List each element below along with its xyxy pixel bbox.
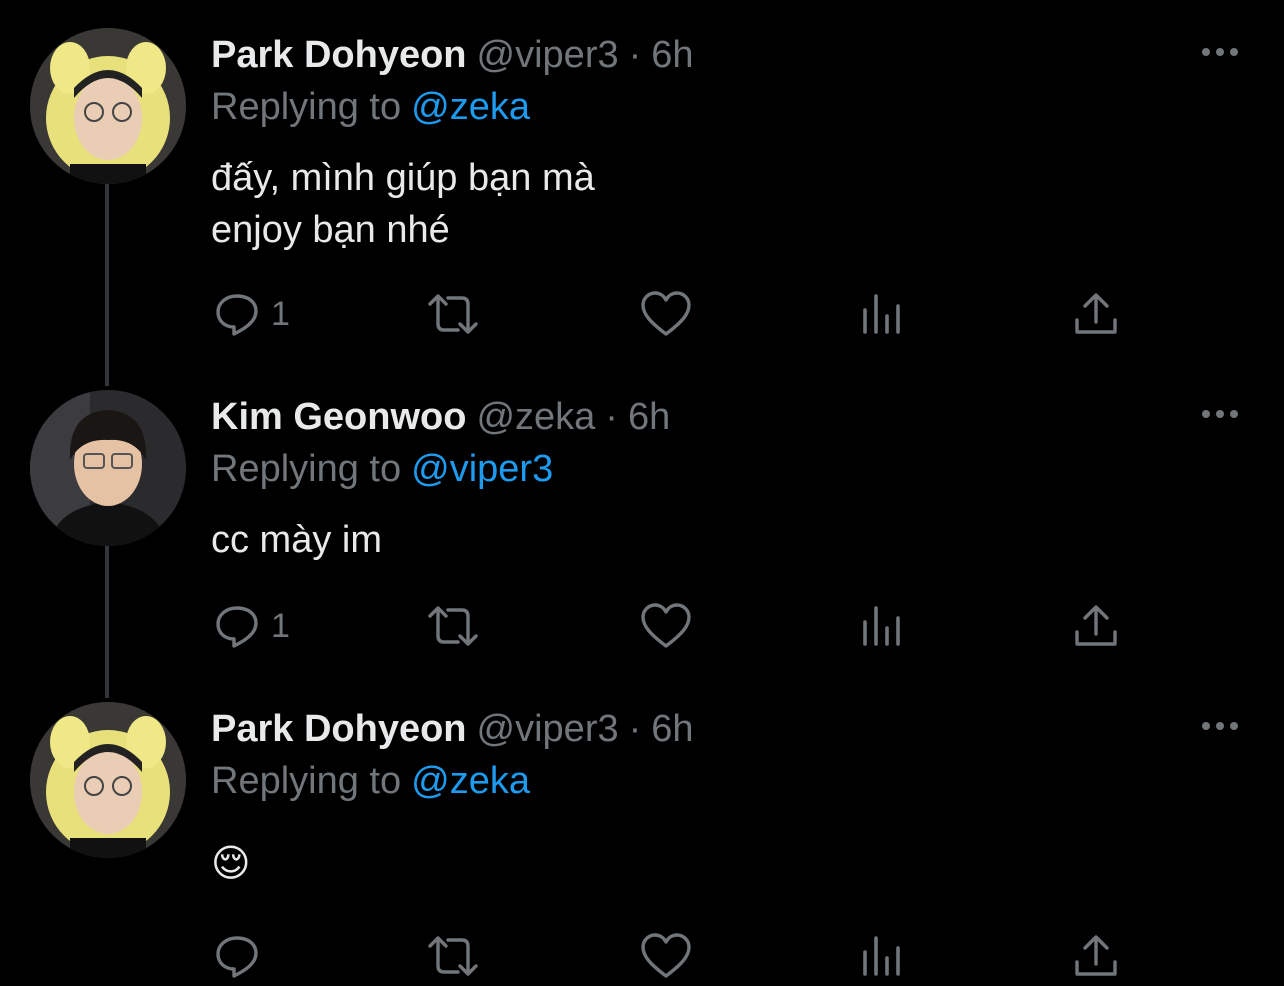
tweet-actions: 1 [0, 602, 1284, 652]
tweet-text: đấy, mình giúp bạn mà enjoy bạn nhé [211, 152, 595, 256]
retweet-button[interactable] [426, 602, 480, 650]
replying-to: Replying to @viper3 [211, 448, 553, 491]
display-name[interactable]: Park Dohyeon [211, 708, 467, 750]
avatar[interactable] [30, 28, 186, 184]
retweet-icon [426, 602, 480, 650]
replying-to: Replying to @zeka [211, 86, 530, 129]
replying-to-label: Replying to [211, 86, 402, 128]
tweet-actions [0, 932, 1284, 982]
handle[interactable]: @viper3 [477, 34, 619, 76]
tweet-text-line: cc mày im [211, 519, 382, 561]
display-name[interactable]: Park Dohyeon [211, 34, 467, 76]
share-icon [1072, 932, 1120, 980]
heart-icon [640, 290, 692, 338]
more-options-icon[interactable] [1200, 42, 1240, 62]
meta-separator: · [605, 396, 618, 438]
avatar[interactable] [30, 702, 186, 858]
timestamp[interactable]: 6h [651, 708, 693, 750]
heart-icon [640, 602, 692, 650]
tweet-header: Park Dohyeon @viper3 · 6h [211, 34, 694, 84]
avatar-yellow-hood-icon [30, 702, 186, 858]
retweet-icon [426, 290, 480, 338]
meta-separator: · [628, 34, 642, 76]
analytics-button[interactable] [860, 602, 904, 650]
avatar-yellow-hood-icon [30, 28, 186, 184]
mention-link[interactable]: @zeka [411, 86, 530, 128]
reply-count: 1 [271, 294, 290, 333]
like-button[interactable] [640, 290, 692, 338]
heart-icon [640, 932, 692, 980]
tweet-header: Park Dohyeon @viper3 · 6h [211, 708, 694, 758]
analytics-icon [860, 290, 904, 338]
mention-link[interactable]: @zeka [411, 760, 530, 802]
retweet-icon [426, 932, 480, 980]
like-button[interactable] [640, 932, 692, 980]
replying-to-label: Replying to [211, 448, 402, 490]
share-button[interactable] [1072, 602, 1120, 650]
tweet-header: Kim Geonwoo @zeka · 6h [211, 396, 670, 446]
reply-count: 1 [271, 606, 290, 645]
reply-button[interactable]: 1 [213, 290, 290, 338]
replying-to-label: Replying to [211, 760, 402, 802]
reply-button[interactable] [213, 932, 261, 980]
share-icon [1072, 602, 1120, 650]
avatar-dark-hair-icon [30, 390, 186, 546]
more-options-icon[interactable] [1200, 404, 1240, 424]
analytics-button[interactable] [860, 290, 904, 338]
handle[interactable]: @zeka [476, 396, 595, 438]
analytics-button[interactable] [860, 932, 904, 980]
analytics-icon [860, 602, 904, 650]
replying-to: Replying to @zeka [211, 760, 530, 803]
relieved-face-emoji: 😌 [211, 843, 251, 885]
analytics-icon [860, 932, 904, 980]
handle[interactable]: @viper3 [477, 708, 619, 750]
share-button[interactable] [1072, 932, 1120, 980]
tweet-text-line: đấy, mình giúp bạn mà [211, 157, 595, 199]
meta-separator: · [628, 708, 642, 750]
like-button[interactable] [640, 602, 692, 650]
reply-button[interactable]: 1 [213, 602, 290, 650]
tweet-text-line: enjoy bạn nhé [211, 209, 450, 251]
reply-icon [213, 290, 261, 338]
share-button[interactable] [1072, 290, 1120, 338]
tweet-actions: 1 [0, 290, 1284, 340]
timestamp[interactable]: 6h [628, 396, 670, 438]
more-options-icon[interactable] [1200, 716, 1240, 736]
reply-icon [213, 932, 261, 980]
thread-line-1 [105, 184, 109, 386]
display-name[interactable]: Kim Geonwoo [211, 396, 466, 438]
avatar[interactable] [30, 390, 186, 546]
retweet-button[interactable] [426, 932, 480, 980]
tweet-text: cc mày im [211, 514, 382, 566]
timestamp[interactable]: 6h [651, 34, 693, 76]
share-icon [1072, 290, 1120, 338]
retweet-button[interactable] [426, 290, 480, 338]
reply-icon [213, 602, 261, 650]
tweet-text: 😌 [211, 838, 251, 890]
mention-link[interactable]: @viper3 [411, 448, 553, 490]
